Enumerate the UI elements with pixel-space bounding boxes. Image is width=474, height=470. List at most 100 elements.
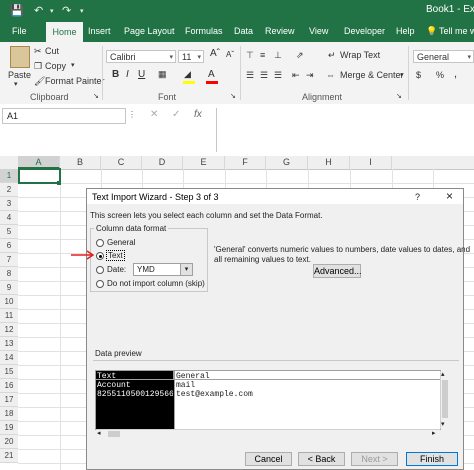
radio-general[interactable] xyxy=(96,239,104,247)
paste-icon[interactable] xyxy=(10,46,30,68)
borders-icon[interactable]: ▦ xyxy=(158,69,167,80)
row-header-12[interactable]: 12 xyxy=(0,323,18,337)
format-painter-button[interactable]: Format Painter xyxy=(45,76,105,86)
align-bottom-icon[interactable]: ⊥ xyxy=(274,50,282,61)
clipboard-launcher-icon[interactable]: ↘ xyxy=(93,92,99,100)
tab-insert[interactable]: Insert xyxy=(88,26,111,36)
radio-date-label[interactable]: Date: xyxy=(107,265,126,274)
wrap-text-button[interactable]: Wrap Text xyxy=(340,50,380,60)
orientation-icon[interactable]: ⇗ xyxy=(296,50,304,61)
font-name-box[interactable]: Calibri ▾ xyxy=(106,50,176,63)
paste-button[interactable]: Paste xyxy=(8,70,31,80)
row-header-8[interactable]: 8 xyxy=(0,267,18,281)
merge-center-icon[interactable]: ⇔ xyxy=(326,70,335,80)
active-cell-a1[interactable] xyxy=(18,168,61,184)
radio-skip-label[interactable]: Do not import column (skip) xyxy=(107,279,205,288)
radio-general-label[interactable]: General xyxy=(107,238,135,247)
row-header-18[interactable]: 18 xyxy=(0,407,18,421)
copy-icon[interactable]: ❐ xyxy=(34,61,42,72)
preview-scroll-thumb[interactable] xyxy=(442,380,448,418)
scroll-up-icon[interactable]: ▴ xyxy=(441,370,445,378)
row-header-11[interactable]: 11 xyxy=(0,309,18,323)
back-button[interactable]: < Back xyxy=(298,452,345,466)
align-middle-icon[interactable]: ≡ xyxy=(260,50,265,60)
date-dropdown-icon[interactable]: ▾ xyxy=(180,264,192,275)
radio-date[interactable] xyxy=(96,266,104,274)
name-box-dropdown-icon[interactable]: ⋮ xyxy=(128,110,136,119)
scroll-left-icon[interactable]: ◂ xyxy=(97,429,101,437)
align-left-icon[interactable]: ☰ xyxy=(246,70,254,81)
row-header-7[interactable]: 7 xyxy=(0,253,18,267)
row-header-19[interactable]: 19 xyxy=(0,421,18,435)
finish-button[interactable]: Finish xyxy=(406,452,458,466)
column-header-g[interactable]: G xyxy=(266,156,308,169)
row-header-9[interactable]: 9 xyxy=(0,281,18,295)
italic-icon[interactable]: I xyxy=(126,69,129,80)
next-button[interactable]: Next > xyxy=(351,452,398,466)
column-header-e[interactable]: E xyxy=(183,156,225,169)
format-painter-icon[interactable]: 🖌 xyxy=(34,76,45,87)
undo-icon[interactable]: ↶ xyxy=(34,4,43,17)
column-header-d[interactable]: D xyxy=(142,156,183,169)
tab-review[interactable]: Review xyxy=(265,26,295,36)
scroll-right-icon[interactable]: ▸ xyxy=(432,429,436,437)
decrease-font-icon[interactable]: Aˇ xyxy=(226,50,234,59)
column-header-f[interactable]: F xyxy=(225,156,266,169)
row-header-20[interactable]: 20 xyxy=(0,435,18,449)
radio-text[interactable] xyxy=(96,252,104,260)
row-header-4[interactable]: 4 xyxy=(0,211,18,225)
comma-icon[interactable]: , xyxy=(454,68,457,80)
save-icon[interactable]: 💾 xyxy=(10,4,24,17)
row-header-21[interactable]: 21 xyxy=(0,449,18,463)
preview-header-col1[interactable]: Text xyxy=(97,372,116,381)
fill-color-icon[interactable]: ◢ xyxy=(184,69,191,80)
alignment-launcher-icon[interactable]: ↘ xyxy=(396,92,402,100)
row-header-3[interactable]: 3 xyxy=(0,197,18,211)
row-header-16[interactable]: 16 xyxy=(0,379,18,393)
tab-file[interactable]: File xyxy=(12,26,27,36)
copy-button[interactable]: Copy xyxy=(45,61,66,71)
row-header-17[interactable]: 17 xyxy=(0,393,18,407)
cut-button[interactable]: Cut xyxy=(45,46,59,56)
tab-view[interactable]: View xyxy=(309,26,328,36)
row-header-14[interactable]: 14 xyxy=(0,351,18,365)
row-header-10[interactable]: 10 xyxy=(0,295,18,309)
tab-data[interactable]: Data xyxy=(234,26,253,36)
tab-formulas[interactable]: Formulas xyxy=(185,26,223,36)
align-center-icon[interactable]: ☰ xyxy=(260,70,268,81)
lightbulb-icon[interactable]: 💡 xyxy=(426,26,437,37)
advanced-button[interactable]: Advanced... xyxy=(313,264,362,278)
tell-me-box[interactable]: Tell me w xyxy=(439,26,474,36)
cut-icon[interactable]: ✂ xyxy=(34,46,42,57)
select-all-button[interactable] xyxy=(0,156,19,169)
fill-handle[interactable] xyxy=(57,181,61,185)
row-header-1[interactable]: 1 xyxy=(0,169,18,183)
tab-developer[interactable]: Developer xyxy=(344,26,385,36)
bold-icon[interactable]: B xyxy=(112,69,119,80)
redo-icon[interactable]: ↷ xyxy=(62,4,71,17)
formula-input[interactable] xyxy=(216,108,474,152)
font-color-icon[interactable]: A xyxy=(208,69,215,80)
merge-center-button[interactable]: Merge & Center xyxy=(340,70,404,80)
column-header-c[interactable]: C xyxy=(101,156,142,169)
decrease-indent-icon[interactable]: ⇤ xyxy=(292,70,300,81)
name-box[interactable]: A1 xyxy=(2,108,126,124)
align-top-icon[interactable]: ⊤ xyxy=(246,50,254,61)
cancel-button[interactable]: Cancel xyxy=(245,452,292,466)
merge-dropdown-icon[interactable]: ▾ xyxy=(400,71,404,79)
increase-font-icon[interactable]: Aˆ xyxy=(210,48,220,59)
close-button[interactable]: × xyxy=(446,189,453,203)
radio-skip[interactable] xyxy=(96,280,104,288)
customize-toolbar-icon[interactable]: ▾ xyxy=(80,7,84,15)
align-right-icon[interactable]: ☰ xyxy=(274,70,282,81)
horizontal-scroll-thumb[interactable] xyxy=(108,431,120,437)
row-header-2[interactable]: 2 xyxy=(0,183,18,197)
currency-icon[interactable]: $ xyxy=(416,70,421,80)
tab-help[interactable]: Help xyxy=(396,26,415,36)
scroll-down-icon[interactable]: ▾ xyxy=(441,420,445,428)
number-format-box[interactable]: General ▾ xyxy=(413,50,474,63)
column-header-i[interactable]: I xyxy=(350,156,392,169)
copy-dropdown-icon[interactable]: ▾ xyxy=(71,61,75,69)
row-header-13[interactable]: 13 xyxy=(0,337,18,351)
help-button[interactable]: ? xyxy=(415,192,420,202)
